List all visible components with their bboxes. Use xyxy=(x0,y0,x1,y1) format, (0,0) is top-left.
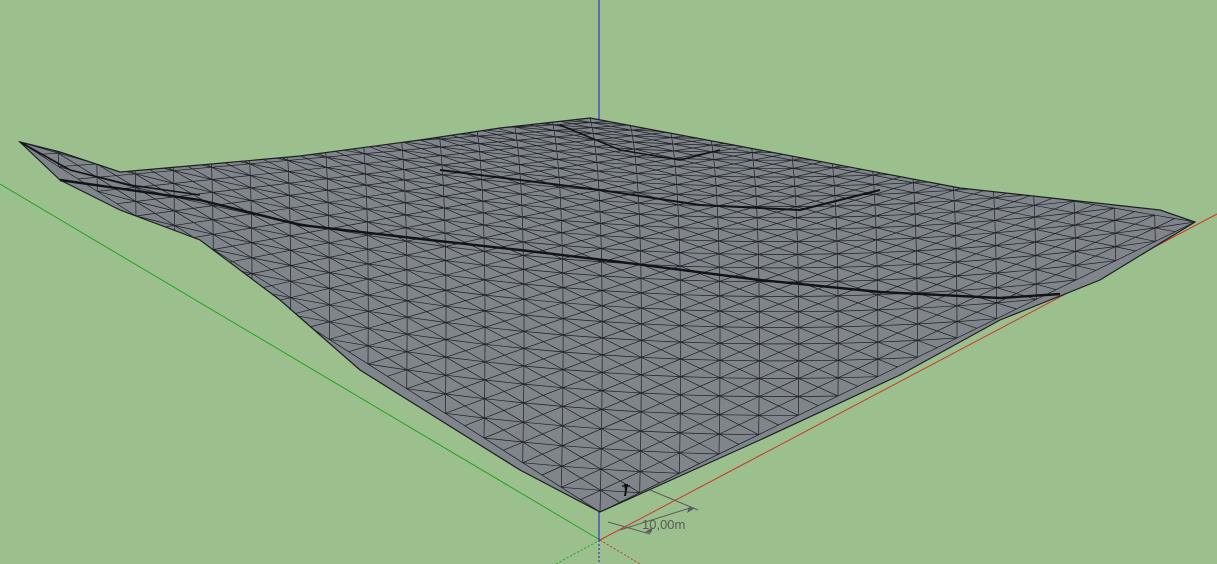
mesh-edge xyxy=(403,169,405,181)
mesh-edge xyxy=(400,133,440,140)
mesh-edge xyxy=(796,217,798,230)
mesh-edge xyxy=(835,217,837,229)
red-axis-hidden xyxy=(599,539,641,564)
mesh-edge xyxy=(599,211,601,224)
mesh-edge xyxy=(247,132,287,141)
mesh-edge xyxy=(1073,201,1075,213)
mesh-edge xyxy=(288,171,290,184)
mesh-edge xyxy=(209,133,249,143)
mesh-edge xyxy=(171,135,211,145)
mesh-edge xyxy=(172,146,174,159)
mesh-edge xyxy=(324,137,326,148)
mesh-edge xyxy=(599,490,601,512)
mesh-edge xyxy=(247,132,249,143)
mesh-edge xyxy=(1033,205,1036,218)
mesh-edge xyxy=(835,206,837,218)
mesh-edge xyxy=(361,127,364,136)
mesh-edge xyxy=(209,133,211,145)
mesh-edge xyxy=(210,144,250,154)
mesh-edge xyxy=(286,140,288,151)
mesh-edge xyxy=(210,144,212,156)
mesh-edge xyxy=(994,208,996,221)
mesh-edge xyxy=(559,187,561,198)
mesh-edge xyxy=(443,196,445,209)
mesh-edge xyxy=(134,148,174,159)
mesh-edge xyxy=(361,127,401,134)
mesh-edge xyxy=(560,466,563,488)
mesh-edge xyxy=(875,215,877,228)
mesh-edge xyxy=(365,185,367,197)
mesh-edge xyxy=(95,138,135,150)
mesh-edge xyxy=(678,215,680,228)
mesh-edge xyxy=(287,160,289,172)
mesh-edge xyxy=(475,122,516,128)
dimension-arrow-icon xyxy=(687,507,695,513)
mesh-edge xyxy=(475,122,478,130)
mesh-edge xyxy=(324,137,364,145)
mesh-edge xyxy=(399,125,402,134)
mesh-edge xyxy=(326,178,329,191)
mesh-edge xyxy=(286,139,326,148)
mesh-edge xyxy=(323,128,363,137)
mesh-edge xyxy=(171,135,173,147)
mesh-edge xyxy=(437,124,440,132)
terrain-surface[interactable] xyxy=(17,117,1197,513)
mesh-edge xyxy=(326,167,328,179)
mesh-edge xyxy=(172,146,212,156)
mesh-edge xyxy=(520,194,523,206)
mesh-edge xyxy=(599,200,601,212)
mesh-edge xyxy=(993,197,995,209)
mesh-edge xyxy=(442,185,445,197)
mesh-edge xyxy=(797,253,838,255)
mesh-edge xyxy=(914,203,916,215)
mesh-edge xyxy=(285,130,288,141)
mesh-edge xyxy=(248,141,288,151)
mesh-edge xyxy=(756,217,758,230)
dimension-extension-line xyxy=(649,489,699,511)
mesh-edge xyxy=(399,125,439,132)
mesh-edge xyxy=(248,142,250,153)
mesh-edge xyxy=(96,150,135,162)
mesh-edge xyxy=(365,174,367,186)
mesh-edge xyxy=(285,130,325,139)
mesh-edge xyxy=(795,206,797,218)
mesh-edge xyxy=(437,124,478,130)
mesh-edge xyxy=(874,204,876,216)
3d-viewport[interactable]: 10,00m xyxy=(0,0,1217,564)
mesh-edge xyxy=(133,136,173,148)
green-axis-hidden xyxy=(555,539,601,564)
model-scene[interactable]: 10,00m xyxy=(0,0,1217,564)
mesh-edge xyxy=(638,203,640,215)
mesh-edge xyxy=(362,135,364,145)
mesh-edge xyxy=(521,205,523,217)
mesh-edge xyxy=(1113,208,1116,221)
mesh-edge xyxy=(560,220,563,233)
mesh-edge xyxy=(914,214,916,226)
mesh-edge xyxy=(677,204,679,216)
mesh-edge xyxy=(362,135,402,142)
mesh-edge xyxy=(133,137,135,149)
mesh-edge xyxy=(400,133,403,142)
terrain-mesh[interactable] xyxy=(17,117,1197,513)
mesh-edge xyxy=(638,214,641,226)
mesh-edge xyxy=(323,129,326,138)
mesh-edge xyxy=(57,140,97,152)
dimension-label[interactable]: 10,00m xyxy=(642,517,685,532)
mesh-edge xyxy=(210,155,212,168)
